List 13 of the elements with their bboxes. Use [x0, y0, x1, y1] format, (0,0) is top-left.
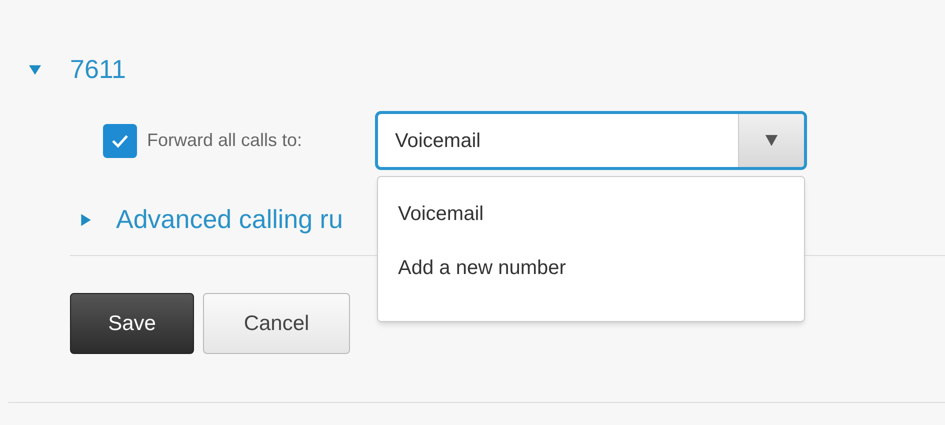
- cancel-button[interactable]: Cancel: [203, 293, 350, 354]
- expand-triangle-icon[interactable]: [80, 214, 92, 226]
- forward-label: Forward all calls to:: [147, 129, 304, 152]
- select-value: Voicemail: [394, 128, 482, 154]
- checkbox[interactable]: [103, 124, 137, 158]
- caret-icon: [765, 135, 778, 146]
- dropdown-button[interactable]: [738, 114, 804, 167]
- forward-select[interactable]: Voicemail: [375, 111, 807, 170]
- save-button[interactable]: Save: [70, 293, 194, 354]
- menu-option[interactable]: Voicemail: [378, 199, 804, 253]
- menu-option[interactable]: Add a new number: [378, 253, 804, 307]
- check-icon: [111, 134, 129, 148]
- collapse-triangle-icon[interactable]: [29, 64, 41, 76]
